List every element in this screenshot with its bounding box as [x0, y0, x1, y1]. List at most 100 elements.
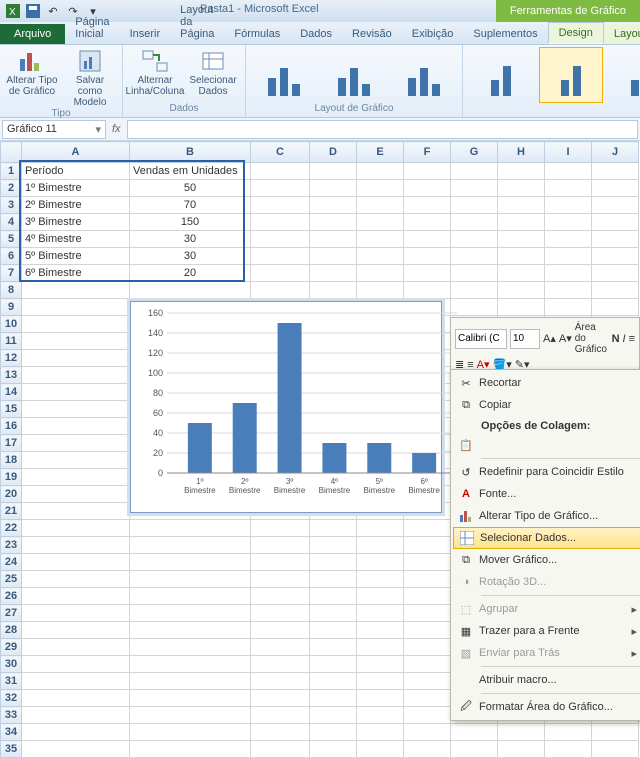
group-label-dados: Dados	[129, 103, 239, 115]
chart-icon	[453, 509, 479, 523]
move-icon: ⧉	[453, 554, 479, 567]
window-title: Pasta1 - Microsoft Excel	[200, 3, 319, 15]
scissors-icon: ✂	[453, 377, 479, 390]
grid-icon	[454, 531, 480, 545]
worksheet[interactable]: ABCDEFGHIJ1PeríodoVendas em Unidades21º …	[0, 141, 640, 758]
menu-format-chart-area[interactable]: 🖉Formatar Área do Gráfico...	[453, 696, 640, 718]
italic-icon[interactable]: I	[623, 333, 626, 345]
menu-3d-rotation: ◑Rotação 3D...	[453, 571, 640, 593]
formula-bar-row: Gráfico 11▾ fx	[0, 118, 640, 141]
menu-paste-option[interactable]: 📋	[453, 434, 640, 456]
svg-text:160: 160	[148, 308, 163, 318]
menu-font[interactable]: AFonte...	[453, 483, 640, 505]
separator	[481, 458, 640, 459]
tab-home[interactable]: Página Inicial	[65, 12, 119, 44]
group-label-estilos: Estilos de Gráfico	[469, 103, 640, 115]
embedded-chart[interactable]: 0204060801001201401601ºBimestre2ºBimestr…	[130, 301, 442, 513]
menu-copy[interactable]: ⧉Copiar	[453, 394, 640, 416]
front-icon: ▦	[453, 625, 479, 638]
svg-text:20: 20	[153, 448, 163, 458]
layout-thumb[interactable]	[322, 47, 386, 103]
size-combo[interactable]	[510, 329, 540, 349]
svg-text:0: 0	[158, 468, 163, 478]
ribbon-tabs: Arquivo Página Inicial Inserir Layout da…	[0, 22, 640, 45]
copy-icon: ⧉	[453, 399, 479, 412]
paste-options-header: Opções de Colagem:	[453, 416, 640, 434]
svg-text:X: X	[9, 7, 16, 18]
font-icon: A	[453, 488, 479, 500]
menu-group: ⬚Agrupar▸	[453, 598, 640, 620]
svg-text:6º: 6º	[420, 477, 427, 486]
save-as-template-button[interactable]: Salvar como Modelo	[64, 47, 116, 108]
shape-selector[interactable]: Área do Gráfico	[575, 322, 609, 355]
change-chart-type-button[interactable]: Alterar Tipo de Gráfico	[6, 47, 58, 97]
mini-toolbar[interactable]: A▴ A▾ Área do Gráfico N I ≡ ≣ ≡ A▾ 🪣▾ ✎▾	[450, 317, 640, 376]
menu-change-chart-type[interactable]: Alterar Tipo de Gráfico...	[453, 505, 640, 527]
excel-icon: X	[4, 2, 22, 20]
switch-icon	[139, 47, 171, 75]
align-left-icon[interactable]: ≡	[629, 333, 635, 345]
tab-design[interactable]: Design	[548, 22, 604, 44]
svg-text:4º: 4º	[331, 477, 338, 486]
chart-type-icon	[16, 47, 48, 75]
bold-icon[interactable]: N	[612, 333, 620, 345]
tab-review[interactable]: Revisão	[342, 24, 402, 44]
separator	[481, 595, 640, 596]
rotate-icon: ◑	[453, 576, 479, 588]
svg-text:60: 60	[153, 408, 163, 418]
undo-icon[interactable]: ↶	[44, 2, 62, 20]
svg-text:Bimestre: Bimestre	[229, 486, 261, 495]
svg-text:1º: 1º	[196, 477, 203, 486]
switch-row-column-button[interactable]: Alternar Linha/Coluna	[129, 47, 181, 97]
style-thumb[interactable]	[469, 47, 533, 103]
reset-icon: ↺	[453, 466, 479, 479]
menu-move-chart[interactable]: ⧉Mover Gráfico...	[453, 549, 640, 571]
group-icon: ⬚	[453, 603, 479, 616]
tab-layout[interactable]: Layout	[604, 24, 640, 44]
svg-text:100: 100	[148, 368, 163, 378]
shrink-font-icon[interactable]: A▾	[559, 332, 572, 345]
svg-text:80: 80	[153, 388, 163, 398]
svg-text:Bimestre: Bimestre	[408, 486, 440, 495]
name-box[interactable]: Gráfico 11▾	[2, 120, 106, 139]
menu-assign-macro[interactable]: Atribuir macro...	[453, 669, 640, 691]
style-thumb[interactable]	[539, 47, 603, 103]
menu-reset-style[interactable]: ↺Redefinir para Coincidir Estilo	[453, 461, 640, 483]
font-combo[interactable]	[455, 329, 507, 349]
layout-thumb[interactable]	[252, 47, 316, 103]
group-label-layout: Layout de Gráfico	[252, 103, 456, 115]
svg-text:5º: 5º	[376, 477, 383, 486]
svg-text:120: 120	[148, 348, 163, 358]
svg-text:Bimestre: Bimestre	[274, 486, 306, 495]
svg-text:2º: 2º	[241, 477, 248, 486]
save-icon[interactable]	[24, 2, 42, 20]
svg-text:Bimestre: Bimestre	[319, 486, 351, 495]
back-icon: ▧	[453, 647, 479, 660]
style-thumb[interactable]	[609, 47, 640, 103]
format-icon: 🖉	[453, 698, 479, 717]
tab-insert[interactable]: Inserir	[120, 24, 171, 44]
tab-view[interactable]: Exibição	[402, 24, 464, 44]
context-tab-group: Ferramentas de Gráfico	[496, 0, 640, 22]
menu-select-data[interactable]: Selecionar Dados...	[453, 527, 640, 549]
grow-font-icon[interactable]: A▴	[543, 332, 556, 345]
tab-file[interactable]: Arquivo	[0, 24, 65, 44]
select-data-button[interactable]: Selecionar Dados	[187, 47, 239, 97]
svg-text:3º: 3º	[286, 477, 293, 486]
svg-text:Bimestre: Bimestre	[364, 486, 396, 495]
menu-cut[interactable]: ✂Recortar	[453, 372, 640, 394]
formula-bar[interactable]	[127, 120, 638, 139]
fx-icon[interactable]: fx	[112, 123, 121, 135]
tab-formulas[interactable]: Fórmulas	[224, 24, 290, 44]
separator	[481, 666, 640, 667]
tab-addins[interactable]: Suplementos	[463, 24, 547, 44]
svg-text:Bimestre: Bimestre	[184, 486, 216, 495]
clipboard-icon: 📋	[453, 439, 479, 452]
tab-data[interactable]: Dados	[290, 24, 342, 44]
menu-send-back: ▧Enviar para Trás▸	[453, 642, 640, 664]
menu-bring-front[interactable]: ▦Trazer para a Frente▸	[453, 620, 640, 642]
select-data-icon	[197, 47, 229, 75]
layout-thumb[interactable]	[392, 47, 456, 103]
template-icon	[74, 47, 106, 75]
group-label-tipo: Tipo	[6, 108, 116, 120]
